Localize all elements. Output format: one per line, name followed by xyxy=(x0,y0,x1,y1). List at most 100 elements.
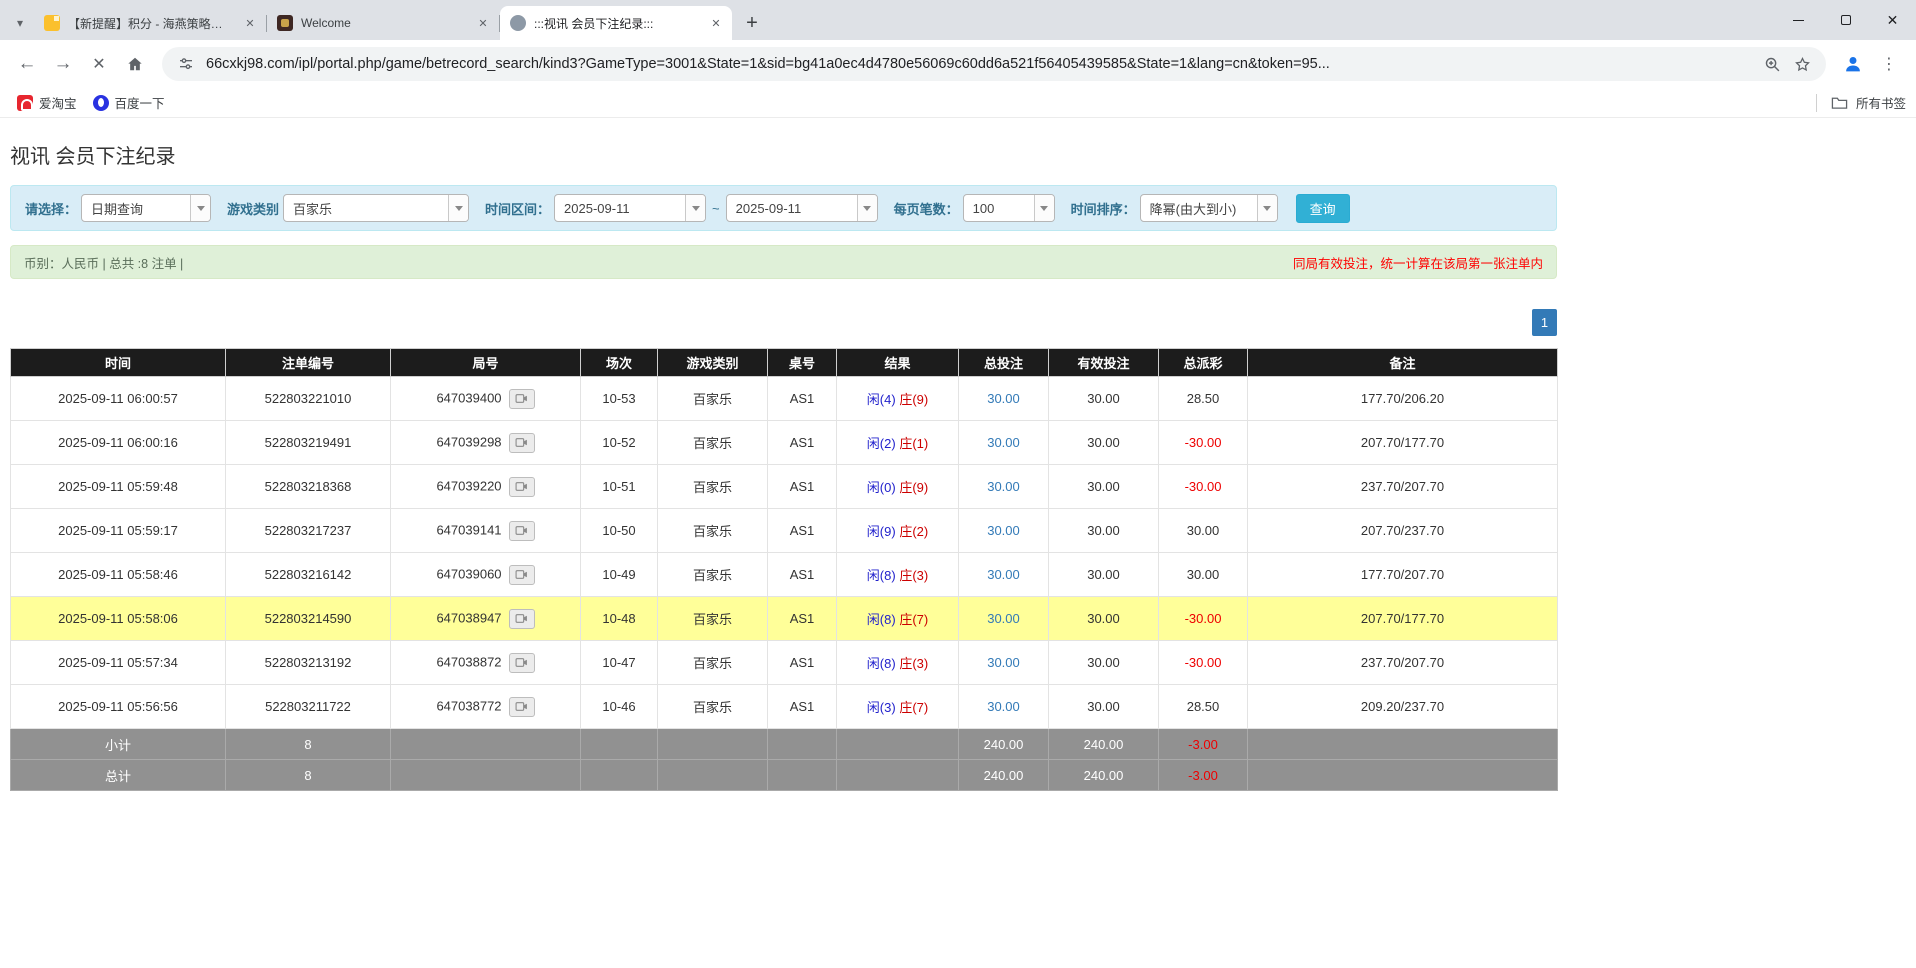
maximize-icon xyxy=(1841,15,1851,25)
close-icon[interactable]: ✕ xyxy=(475,15,491,31)
chevron-down-icon[interactable] xyxy=(1034,195,1054,221)
cell-empty xyxy=(768,760,837,791)
total-bet-link[interactable]: 30.00 xyxy=(987,655,1020,670)
total-bet-link[interactable]: 30.00 xyxy=(987,699,1020,714)
cell-remark: 209.20/237.70 xyxy=(1248,685,1558,729)
cell-session: 10-47 xyxy=(581,641,658,685)
replay-icon-button[interactable] xyxy=(509,433,535,453)
result-player: 闲(2) xyxy=(867,436,896,451)
cell-session: 10-50 xyxy=(581,509,658,553)
bookmark-star-icon[interactable] xyxy=(1792,54,1812,74)
chevron-down-icon[interactable] xyxy=(857,195,877,221)
cell-round: 647039060 xyxy=(391,553,581,597)
home-button[interactable] xyxy=(118,47,152,81)
cell-time: 2025-09-11 06:00:16 xyxy=(11,421,226,465)
close-icon[interactable]: ✕ xyxy=(708,15,724,31)
stop-button[interactable]: ✕ xyxy=(82,47,116,81)
cell-time: 2025-09-11 05:58:46 xyxy=(11,553,226,597)
replay-icon-button[interactable] xyxy=(509,389,535,409)
address-bar[interactable]: 66cxkj98.com/ipl/portal.php/game/betreco… xyxy=(162,47,1826,81)
summary-row: 小计8240.00240.00-3.00 xyxy=(11,729,1558,760)
search-button[interactable]: 查询 xyxy=(1296,194,1350,223)
cell-result: 闲(8) 庄(3) xyxy=(837,641,959,685)
cell-summary-payout: -3.00 xyxy=(1159,760,1248,791)
round-number: 647038947 xyxy=(436,610,501,625)
cell-total-bet: 30.00 xyxy=(959,509,1049,553)
tab-welcome[interactable]: Welcome ✕ xyxy=(267,6,499,40)
page-number-button[interactable]: 1 xyxy=(1532,309,1557,336)
new-tab-button[interactable]: + xyxy=(738,9,766,37)
zoom-icon[interactable] xyxy=(1762,54,1782,74)
replay-icon-button[interactable] xyxy=(509,565,535,585)
all-bookmarks[interactable]: 所有书签 xyxy=(1816,93,1906,112)
total-bet-link[interactable]: 30.00 xyxy=(987,391,1020,406)
date-from-input[interactable]: 2025-09-11 xyxy=(554,194,706,222)
total-bet-link[interactable]: 30.00 xyxy=(987,611,1020,626)
cell-game-type: 百家乐 xyxy=(658,509,768,553)
cell-bet-id: 522803214590 xyxy=(226,597,391,641)
cell-game-type: 百家乐 xyxy=(658,685,768,729)
cell-result: 闲(8) 庄(7) xyxy=(837,597,959,641)
replay-icon-button[interactable] xyxy=(509,697,535,717)
close-icon[interactable]: ✕ xyxy=(242,15,258,31)
cell-valid-bet: 30.00 xyxy=(1049,465,1159,509)
site-settings-icon[interactable] xyxy=(176,54,196,74)
close-window-button[interactable]: ✕ xyxy=(1869,0,1916,40)
total-bet-link[interactable]: 30.00 xyxy=(987,567,1020,582)
bet-records-table: 时间注单编号局号场次游戏类别桌号结果总投注有效投注总派彩备注 2025-09-1… xyxy=(10,348,1558,791)
replay-icon-button[interactable] xyxy=(509,609,535,629)
bookmark-baidu[interactable]: 百度一下 xyxy=(86,90,172,115)
cell-summary-total-bet: 240.00 xyxy=(959,760,1049,791)
query-type-value: 日期查询 xyxy=(82,195,190,221)
tab-title: 【新提醒】积分 - 海燕策略论坛 xyxy=(68,15,234,32)
sort-select[interactable]: 降幂(由大到小) xyxy=(1140,194,1278,222)
cell-round: 647038947 xyxy=(391,597,581,641)
tab-bet-record[interactable]: :::视讯 会员下注纪录::: ✕ xyxy=(500,6,732,40)
back-button[interactable]: ← xyxy=(10,47,44,81)
query-type-select[interactable]: 日期查询 xyxy=(81,194,211,222)
cell-valid-bet: 30.00 xyxy=(1049,685,1159,729)
chevron-down-icon[interactable] xyxy=(448,195,468,221)
column-header: 桌号 xyxy=(768,349,837,377)
browser-menu-button[interactable]: ⋮ xyxy=(1872,47,1906,81)
baidu-icon xyxy=(93,95,109,111)
person-icon xyxy=(1842,53,1864,75)
maximize-button[interactable] xyxy=(1822,0,1869,40)
date-to-value: 2025-09-11 xyxy=(727,195,857,221)
replay-icon-button[interactable] xyxy=(509,653,535,673)
total-bet-link[interactable]: 30.00 xyxy=(987,523,1020,538)
home-icon xyxy=(125,54,145,74)
cell-empty xyxy=(581,760,658,791)
column-header: 备注 xyxy=(1248,349,1558,377)
game-type-select[interactable]: 百家乐 xyxy=(283,194,469,222)
cell-result: 闲(3) 庄(7) xyxy=(837,685,959,729)
profile-avatar[interactable] xyxy=(1836,47,1870,81)
summary-row: 总计8240.00240.00-3.00 xyxy=(11,760,1558,791)
chevron-down-icon[interactable] xyxy=(685,195,705,221)
url-text[interactable]: 66cxkj98.com/ipl/portal.php/game/betreco… xyxy=(206,56,1752,72)
tab-forum[interactable]: 【新提醒】积分 - 海燕策略论坛 ✕ xyxy=(34,6,266,40)
result-banker: 庄(9) xyxy=(899,480,928,495)
bookmark-taobao[interactable]: 爱淘宝 xyxy=(10,90,84,115)
chevron-down-icon[interactable] xyxy=(1257,195,1277,221)
cell-valid-bet: 30.00 xyxy=(1049,509,1159,553)
cell-time: 2025-09-11 05:58:06 xyxy=(11,597,226,641)
result-banker: 庄(7) xyxy=(899,700,928,715)
chevron-down-icon[interactable]: ▾ xyxy=(6,6,34,40)
cell-total-bet: 30.00 xyxy=(959,641,1049,685)
date-to-input[interactable]: 2025-09-11 xyxy=(726,194,878,222)
replay-icon-button[interactable] xyxy=(509,477,535,497)
total-bet-link[interactable]: 30.00 xyxy=(987,435,1020,450)
sort-label: 时间排序： xyxy=(1071,199,1136,218)
table-header-row: 时间注单编号局号场次游戏类别桌号结果总投注有效投注总派彩备注 xyxy=(11,349,1558,377)
page-size-select[interactable]: 100 xyxy=(963,194,1055,222)
cell-table-number: AS1 xyxy=(768,553,837,597)
summary-bar: 币别：人民币 | 总共 :8 注单 | 同局有效投注，统一计算在该局第一张注单内 xyxy=(10,245,1557,279)
minimize-button[interactable] xyxy=(1775,0,1822,40)
cell-payout: 28.50 xyxy=(1159,685,1248,729)
total-bet-link[interactable]: 30.00 xyxy=(987,479,1020,494)
forward-button[interactable]: → xyxy=(46,47,80,81)
bet-row: 2025-09-11 05:58:06522803214590 647038947… xyxy=(11,597,1558,641)
replay-icon-button[interactable] xyxy=(509,521,535,541)
chevron-down-icon[interactable] xyxy=(190,195,210,221)
